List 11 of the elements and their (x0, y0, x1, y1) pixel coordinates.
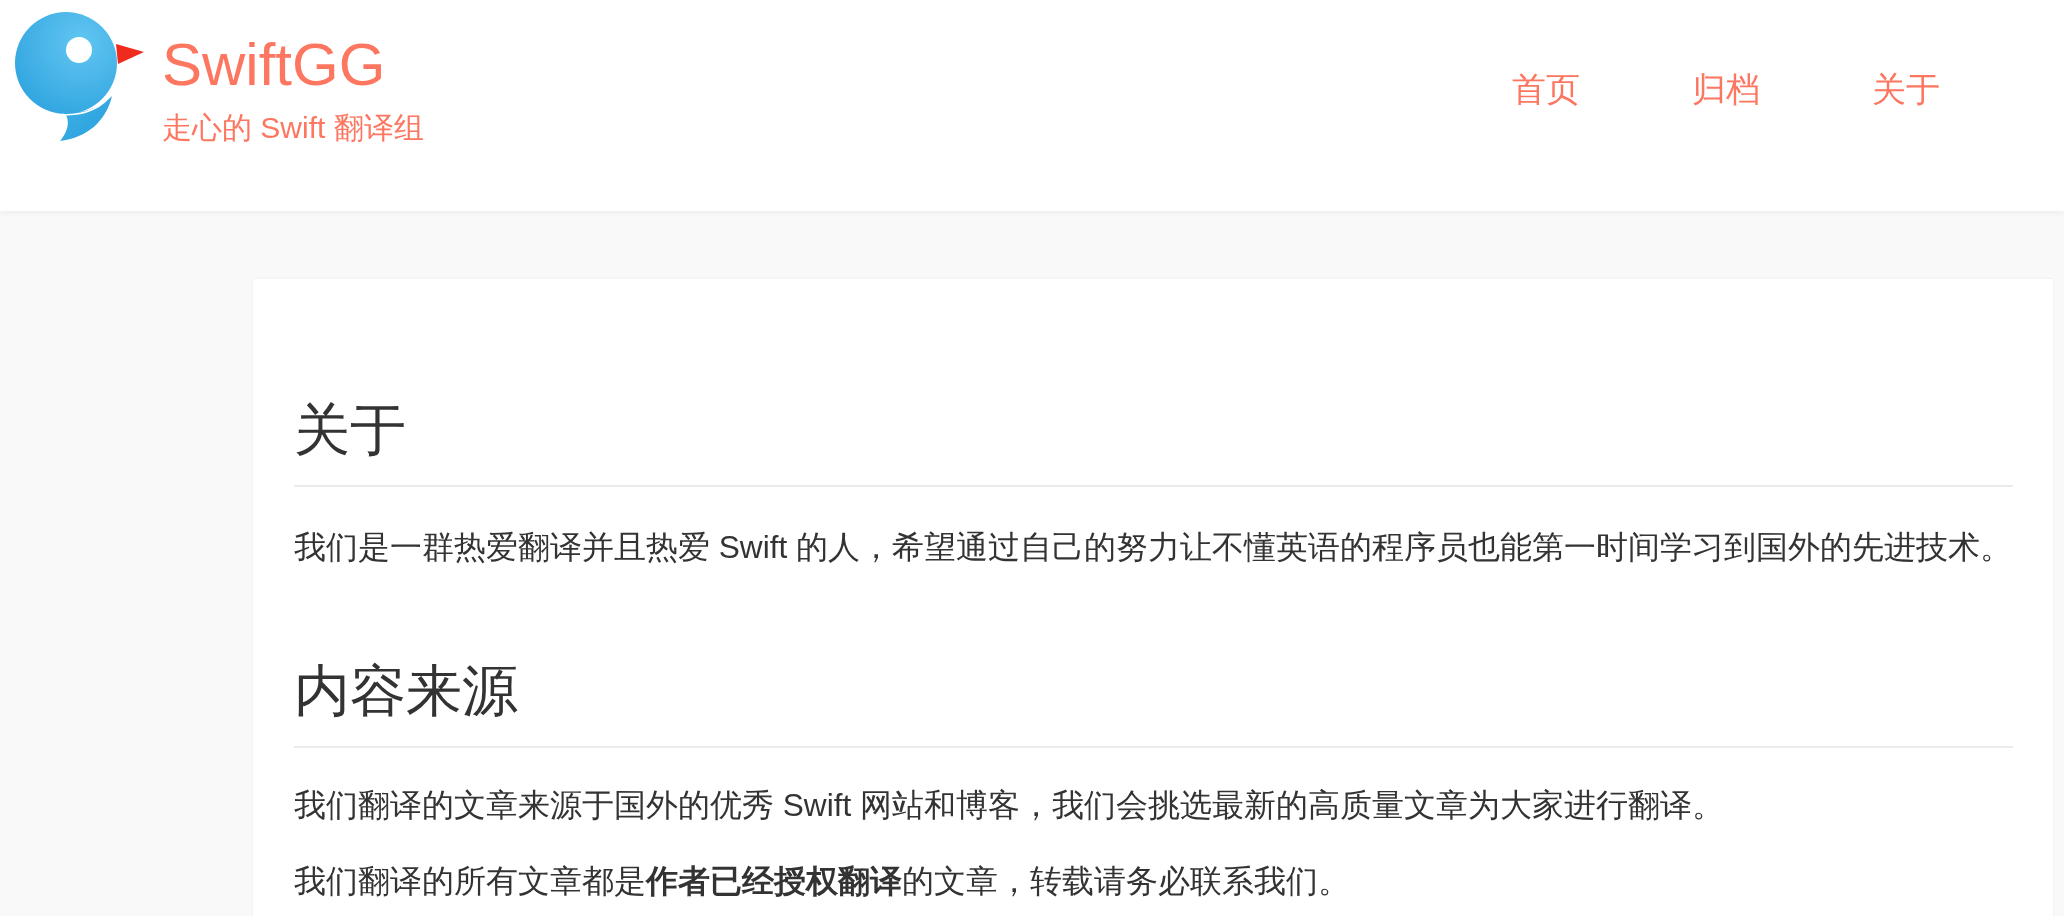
nav-link[interactable]: 首页 (1511, 71, 1580, 109)
site-title[interactable]: SwiftGG (162, 35, 424, 95)
section-heading: 内容来源 (294, 658, 519, 724)
paragraph: 我们是一群热爱翻译并且热爱 Swift 的人，希望通过自己的努力让不懂英语的程序员也能第一时间学习到国外的先进技术。 (294, 528, 2013, 567)
paragraph: 我们翻译的所有文章都是作者已经授权翻译的文章，转载请务必联系我们。 (294, 862, 1351, 901)
bird-logo-icon[interactable] (14, 12, 146, 144)
section-heading: 关于 (294, 397, 407, 463)
nav-link[interactable]: 关于 (1871, 71, 1940, 109)
nav-link[interactable]: 归档 (1691, 71, 1760, 109)
site-subtitle: 走心的 Swift 翻译组 (162, 113, 424, 143)
paragraph: 我们翻译的文章来源于国外的优秀 Swift 网站和博客，我们会挑选最新的高质量文章为大家进行翻译。 (294, 786, 1726, 825)
